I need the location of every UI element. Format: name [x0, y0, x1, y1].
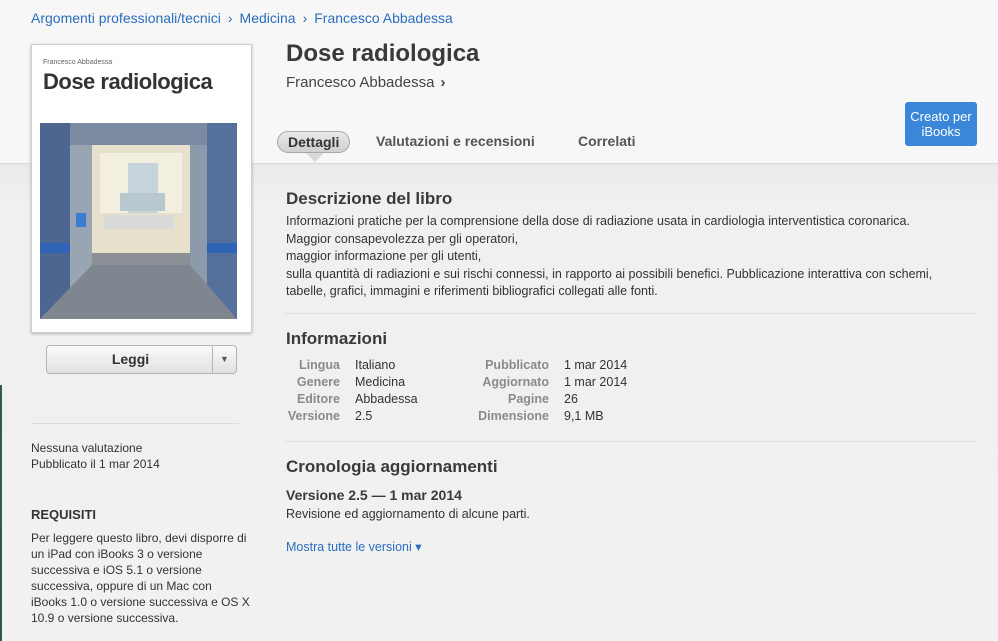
version-note: Revisione ed aggiornamento di alcune par…: [286, 507, 530, 521]
requirements-line: successiva, oppure di un Mac con: [31, 579, 212, 593]
version-heading: Versione 2.5 — 1 mar 2014: [286, 487, 462, 503]
requirements-title: REQUISITI: [31, 507, 97, 522]
description-line: maggior informazione per gli utenti,: [286, 249, 482, 263]
section-divider: [286, 441, 976, 442]
window-edge: [0, 385, 2, 641]
history-title: Cronologia aggiornamenti: [286, 457, 498, 476]
breadcrumb-item-category[interactable]: Argomenti professionali/tecnici: [31, 10, 221, 26]
tab-ratings[interactable]: Valutazioni e recensioni: [376, 131, 535, 151]
info-value-version: 2.5: [355, 409, 373, 423]
info-label-version: Versione: [287, 409, 340, 423]
tab-pointer: [306, 153, 324, 162]
chevron-right-icon: ›: [440, 74, 446, 91]
triangle-down-icon: ▼: [220, 354, 229, 364]
badge-line: Creato per: [910, 109, 972, 124]
book-cover: Francesco Abbadessa Dose radiologica: [31, 44, 252, 333]
info-value-size: 9,1 MB: [564, 409, 604, 423]
badge-line: iBooks: [921, 124, 961, 139]
tab-details[interactable]: Dettagli: [277, 131, 351, 153]
requirements-line: 10.9 o versione successiva.: [31, 611, 179, 625]
section-divider: [286, 313, 976, 314]
info-label-publisher: Editore: [296, 392, 340, 406]
ibooks-badge[interactable]: Creato per iBooks: [905, 102, 977, 146]
author-name[interactable]: Francesco Abbadessa: [286, 74, 434, 91]
description-title: Descrizione del libro: [286, 189, 453, 208]
requirements-text: Per leggere questo libro, devi disporre …: [31, 530, 253, 626]
chevron-right-icon: ›: [302, 10, 308, 26]
breadcrumb-item-author[interactable]: Francesco Abbadessa: [314, 10, 453, 26]
info-label-language: Lingua: [299, 358, 340, 372]
requirements-line: un iPad con iBooks 3 o versione: [31, 547, 203, 561]
requirements-line: successiva e iOS 5.1 o versione: [31, 563, 202, 577]
description-line: Informazioni pratiche per la comprension…: [286, 214, 910, 228]
rating-text: Nessuna valutazione: [31, 441, 143, 455]
info-title: Informazioni: [286, 329, 388, 348]
info-value-genre[interactable]: Medicina: [355, 375, 405, 389]
author-link[interactable]: Francesco Abbadessa ›: [286, 74, 445, 91]
cover-author: Francesco Abbadessa: [43, 59, 113, 66]
description-text: Informazioni pratiche per la comprension…: [286, 213, 976, 301]
info-label-pages: Pagine: [508, 392, 549, 406]
cover-title: Dose radiologica: [43, 69, 213, 94]
page-title: Dose radiologica: [286, 40, 480, 67]
requirements-line: Per leggere questo libro, devi disporre …: [31, 531, 247, 545]
tab-related[interactable]: Correlati: [578, 131, 636, 151]
description-line: tabelle, grafici, immagini e riferimenti…: [286, 284, 658, 298]
info-value-publisher: Abbadessa: [355, 392, 418, 406]
chevron-right-icon: ›: [227, 10, 233, 26]
info-value-published: 1 mar 2014: [564, 358, 628, 372]
info-value-updated: 1 mar 2014: [564, 375, 628, 389]
breadcrumb-item-genre[interactable]: Medicina: [240, 10, 296, 26]
description-line: sulla quantità di radiazioni e sui risch…: [286, 266, 933, 281]
info-value-pages: 26: [564, 392, 578, 406]
cover-photo-image: [40, 123, 237, 319]
published-text: Pubblicato il 1 mar 2014: [31, 457, 160, 471]
description-line: Maggior consapevolezza per gli operatori…: [286, 231, 519, 246]
info-label-size: Dimensione: [478, 409, 549, 423]
info-value-language: Italiano: [355, 358, 396, 372]
info-label-genre: Genere: [296, 375, 340, 389]
show-all-versions-link[interactable]: Mostra tutte le versioni ▾: [286, 539, 422, 554]
requirements-line: iBooks 1.0 o versione successiva e OS X: [31, 595, 250, 609]
breadcrumb: Argomenti professionali/tecnici › Medici…: [31, 10, 453, 26]
read-dropdown-button[interactable]: ▼: [212, 345, 237, 374]
info-label-updated: Aggiornato: [482, 375, 549, 389]
info-label-published: Pubblicato: [485, 358, 549, 372]
sidebar-divider: [31, 423, 239, 424]
read-button[interactable]: Leggi: [46, 345, 215, 374]
cover-photo: [40, 123, 237, 319]
